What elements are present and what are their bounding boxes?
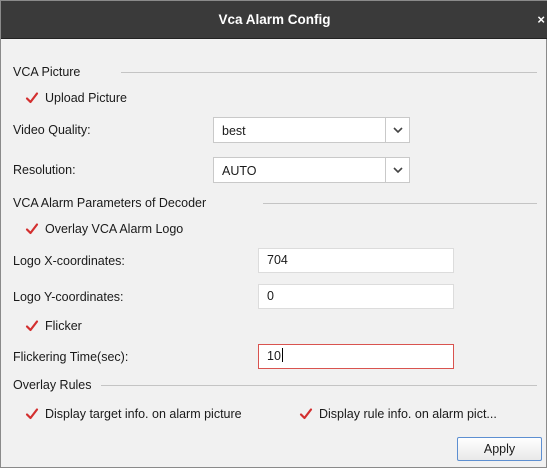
chevron-down-icon [393,167,403,174]
flicker-time-value: 10 [267,349,281,363]
logo-y-label: Logo Y-coordinates: [13,290,124,304]
display-target-info-checkbox[interactable] [25,407,39,421]
resolution-select[interactable]: AUTO [213,157,410,183]
close-icon[interactable]: × [537,13,545,26]
flicker-checkbox[interactable] [25,319,39,333]
upload-picture-label: Upload Picture [45,91,127,105]
checkmark-icon [25,223,39,235]
apply-button[interactable]: Apply [457,437,542,461]
logo-y-input[interactable]: 0 [258,284,454,309]
logo-x-input[interactable]: 704 [258,248,454,273]
display-rule-info-label: Display rule info. on alarm pict... [319,407,497,421]
checkmark-icon [25,320,39,332]
flicker-time-label: Flickering Time(sec): [13,350,129,364]
flicker-time-input[interactable]: 10 [258,344,454,369]
overlay-logo-label: Overlay VCA Alarm Logo [45,222,184,236]
display-target-info-label: Display target info. on alarm picture [45,407,242,421]
dialog-title: Vca Alarm Config [218,12,331,27]
upload-picture-checkbox[interactable] [25,91,39,105]
vca-alarm-config-dialog: Vca Alarm Config × VCA Picture Upload Pi… [0,0,547,468]
overlay-logo-checkbox[interactable] [25,222,39,236]
checkmark-icon [25,408,39,420]
video-quality-label: Video Quality: [13,123,91,137]
video-quality-dropdown-button[interactable] [385,118,409,142]
title-bar: Vca Alarm Config × [1,1,547,39]
resolution-value: AUTO [222,164,257,178]
section-divider [121,72,537,73]
checkmark-icon [299,408,313,420]
video-quality-value: best [222,124,246,138]
resolution-label: Resolution: [13,163,76,177]
section-decoder-header: VCA Alarm Parameters of Decoder [13,196,207,210]
section-vca-picture-header: VCA Picture [13,65,81,79]
section-divider [263,203,537,204]
text-caret [281,348,283,362]
video-quality-select[interactable]: best [213,117,410,143]
display-rule-info-checkbox[interactable] [299,407,313,421]
flicker-label: Flicker [45,319,82,333]
section-overlay-rules-header: Overlay Rules [13,378,92,392]
chevron-down-icon [393,127,403,134]
resolution-dropdown-button[interactable] [385,158,409,182]
checkmark-icon [25,92,39,104]
logo-x-label: Logo X-coordinates: [13,254,125,268]
section-divider [101,385,537,386]
